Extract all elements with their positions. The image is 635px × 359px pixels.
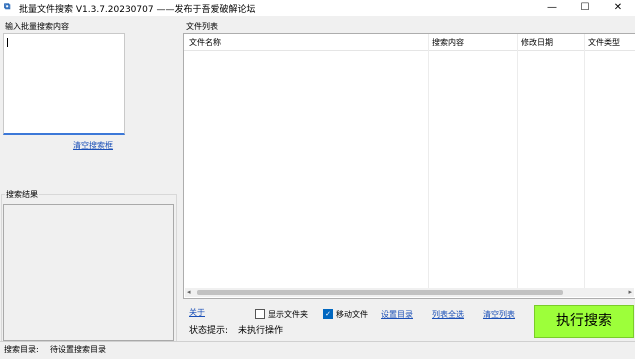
column-divider — [428, 34, 429, 290]
clear-list-link[interactable]: 清空列表 — [483, 309, 515, 320]
column-modified-date[interactable]: 修改日期 — [521, 37, 553, 48]
horizontal-scrollbar[interactable]: ◂ ▸ — [185, 288, 634, 297]
input-label: 输入批量搜索内容 — [5, 22, 69, 31]
search-directory-label: 搜索目录: — [4, 345, 39, 354]
app-icon: ⧉ — [4, 2, 11, 12]
column-file-name[interactable]: 文件名称 — [189, 37, 221, 48]
select-all-link[interactable]: 列表全选 — [432, 309, 464, 320]
filelist-label: 文件列表 — [186, 22, 218, 31]
search-result-box[interactable] — [3, 204, 174, 341]
file-list-header: 文件名称 搜索内容 修改日期 文件类型 — [184, 34, 635, 51]
show-folder-label[interactable]: 显示文件夹 — [268, 309, 308, 320]
column-search-content[interactable]: 搜索内容 — [432, 37, 464, 48]
close-button[interactable]: ✕ — [603, 0, 633, 16]
show-folder-checkbox[interactable] — [255, 309, 265, 319]
status-bar: 搜索目录: 待设置搜索目录 — [0, 341, 635, 359]
column-file-type[interactable]: 文件类型 — [588, 37, 620, 48]
column-divider — [584, 34, 585, 290]
column-divider — [517, 34, 518, 290]
batch-search-input[interactable] — [3, 33, 125, 135]
search-directory-value: 待设置搜索目录 — [50, 345, 106, 354]
status-label: 状态提示: — [189, 326, 229, 336]
set-directory-link[interactable]: 设置目录 — [381, 309, 413, 320]
execute-search-button[interactable]: 执行搜索 — [534, 305, 634, 338]
title-bar: ⧉ 批量文件搜索 V1.3.7.20230707 ——发布于吾爱破解论坛 — ☐… — [0, 0, 635, 16]
text-caret — [7, 38, 8, 47]
about-link[interactable]: 关于 — [189, 307, 205, 318]
status-value: 未执行操作 — [238, 326, 284, 336]
scroll-left-icon[interactable]: ◂ — [187, 288, 191, 296]
clear-search-link[interactable]: 清空搜索框 — [73, 140, 113, 151]
result-label: 搜索结果 — [5, 189, 39, 200]
minimize-button[interactable]: — — [537, 0, 567, 16]
scrollbar-thumb[interactable] — [197, 290, 563, 295]
move-file-label[interactable]: 移动文件 — [336, 309, 368, 320]
scroll-right-icon[interactable]: ▸ — [628, 288, 632, 296]
file-list[interactable]: 文件名称 搜索内容 修改日期 文件类型 ◂ ▸ — [183, 33, 635, 299]
maximize-button[interactable]: ☐ — [570, 0, 600, 16]
window-title: 批量文件搜索 V1.3.7.20230707 ——发布于吾爱破解论坛 — [19, 5, 256, 15]
move-file-checkbox[interactable]: ✓ — [323, 309, 333, 319]
checkmark-icon: ✓ — [325, 310, 331, 318]
